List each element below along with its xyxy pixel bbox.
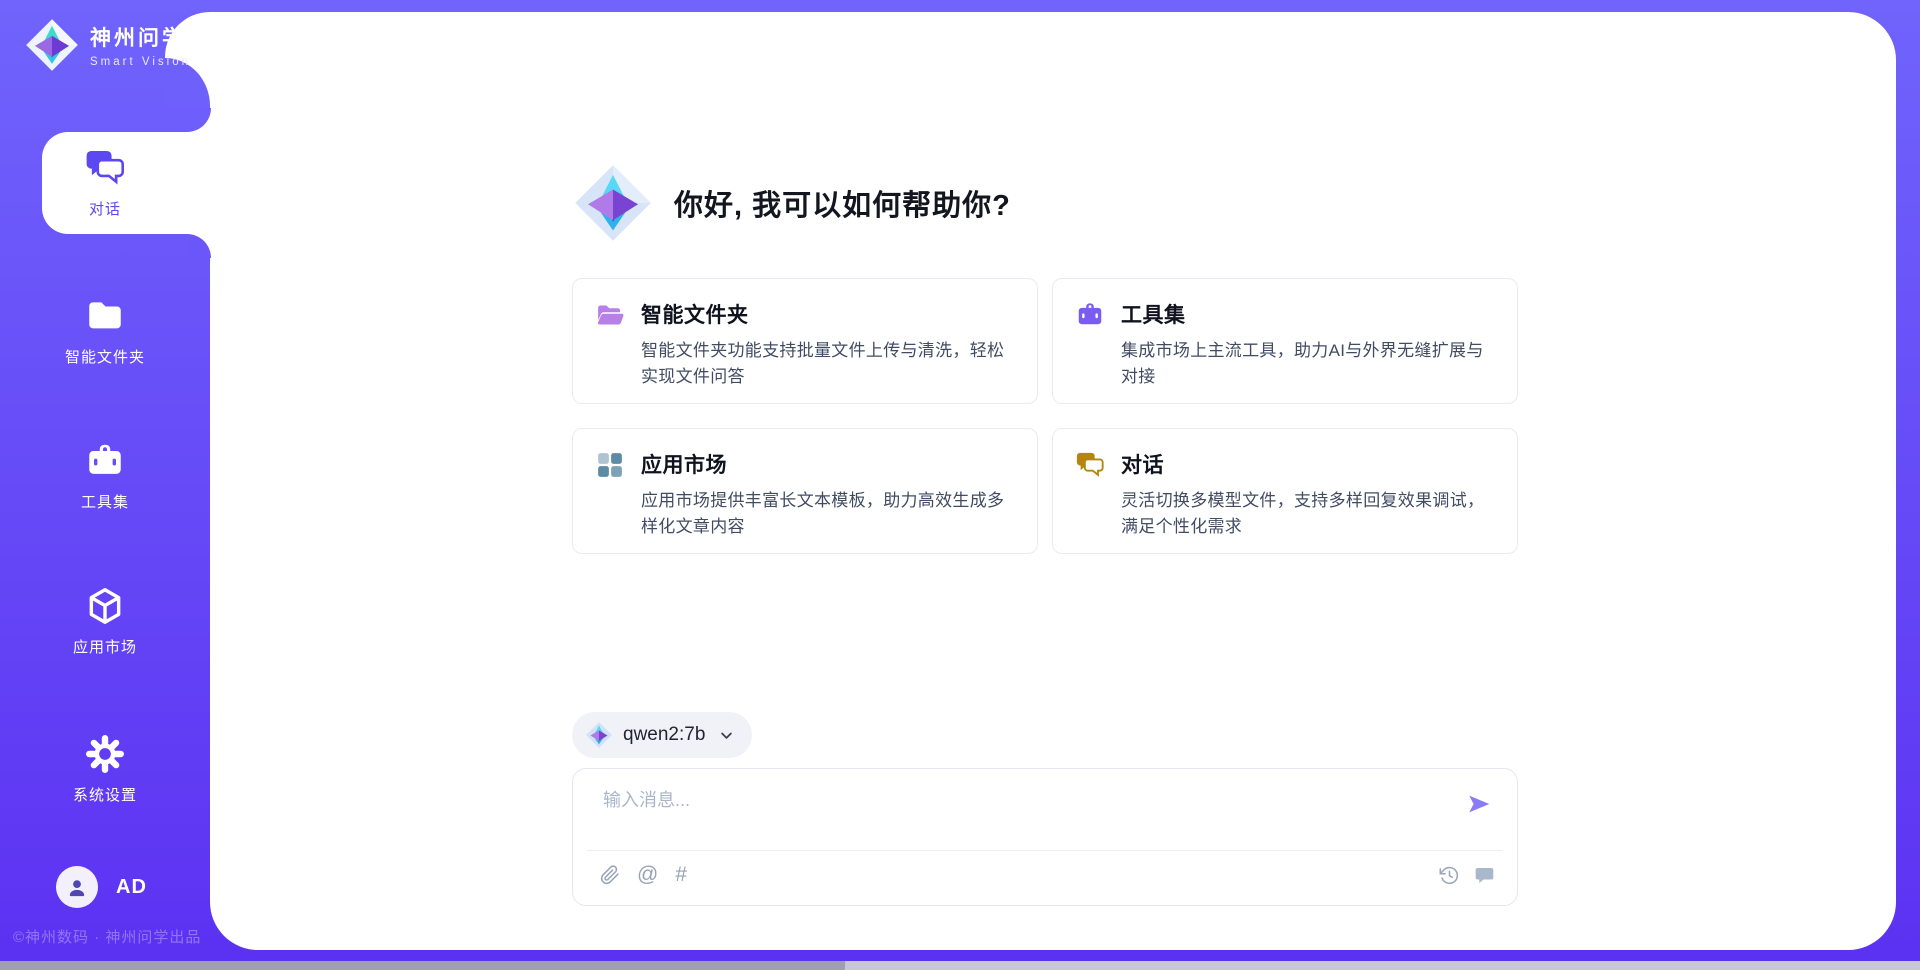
card-title: 应用市场 bbox=[641, 449, 1015, 479]
cube-icon bbox=[84, 585, 126, 627]
sidebar-item-label: 应用市场 bbox=[73, 636, 137, 657]
card-smart-folder[interactable]: 智能文件夹 智能文件夹功能支持批量文件上传与清洗，轻松实现文件问答 bbox=[572, 278, 1038, 404]
greeting-block: 你好, 我可以如何帮助你? bbox=[572, 162, 1011, 244]
at-icon: @ bbox=[637, 863, 658, 886]
person-icon bbox=[65, 875, 89, 899]
card-chat[interactable]: 对话 灵活切换多模型文件，支持多样回复效果调试，满足个性化需求 bbox=[1052, 428, 1518, 554]
sidebar-item-label: 智能文件夹 bbox=[65, 346, 145, 367]
sidebar-item-chat[interactable]: 对话 bbox=[0, 132, 210, 234]
card-description: 应用市场提供丰富长文本模板，助力高效生成多样化文章内容 bbox=[641, 488, 1015, 539]
composer-divider bbox=[587, 850, 1503, 851]
scrollbar-thumb[interactable] bbox=[0, 961, 845, 970]
card-title: 对话 bbox=[1121, 449, 1495, 479]
paperclip-icon bbox=[600, 865, 620, 885]
chat-icon bbox=[84, 147, 126, 189]
briefcase-icon bbox=[1075, 300, 1105, 330]
folder-icon bbox=[84, 295, 126, 337]
sidebar-item-label: 系统设置 bbox=[73, 784, 137, 805]
card-description: 智能文件夹功能支持批量文件上传与清洗，轻松实现文件问答 bbox=[641, 338, 1015, 389]
card-toolkit[interactable]: 工具集 集成市场上主流工具，助力AI与外界无缝扩展与对接 bbox=[1052, 278, 1518, 404]
brand-diamond-icon bbox=[24, 17, 80, 73]
history-icon bbox=[1439, 865, 1460, 886]
brand-logo[interactable]: 神州问学 Smart Vision bbox=[24, 17, 191, 73]
greeting-text: 你好, 我可以如何帮助你? bbox=[674, 182, 1011, 224]
sidebar-item-label: 对话 bbox=[89, 198, 121, 219]
new-chat-button[interactable] bbox=[1474, 865, 1495, 886]
chat-icon bbox=[1075, 450, 1105, 480]
attach-button[interactable] bbox=[600, 865, 620, 885]
send-icon bbox=[1466, 791, 1492, 817]
sidebar-item-label: 工具集 bbox=[81, 491, 129, 512]
model-logo-icon bbox=[585, 721, 613, 749]
chevron-down-icon bbox=[717, 726, 736, 745]
brand-name: 神州问学 bbox=[90, 22, 191, 52]
sidebar-item-app-market[interactable]: 应用市场 bbox=[0, 570, 210, 672]
card-title: 工具集 bbox=[1121, 299, 1495, 329]
hash-icon: # bbox=[675, 863, 687, 886]
message-input[interactable] bbox=[603, 786, 1423, 842]
card-title: 智能文件夹 bbox=[641, 299, 1015, 329]
briefcase-icon bbox=[84, 440, 126, 482]
card-app-market[interactable]: 应用市场 应用市场提供丰富长文本模板，助力高效生成多样化文章内容 bbox=[572, 428, 1038, 554]
gear-icon bbox=[84, 733, 126, 775]
user-name: AD bbox=[116, 876, 147, 899]
assistant-logo-icon bbox=[572, 162, 654, 244]
sidebar-item-smart-folder[interactable]: 智能文件夹 bbox=[0, 280, 210, 382]
mention-button[interactable]: @ bbox=[637, 864, 658, 885]
model-name: qwen2:7b bbox=[623, 724, 705, 746]
brand-subtitle: Smart Vision bbox=[90, 56, 191, 68]
sidebar-item-toolkit[interactable]: 工具集 bbox=[0, 425, 210, 527]
topic-button[interactable]: # bbox=[675, 864, 687, 885]
history-button[interactable] bbox=[1439, 865, 1460, 886]
user-profile[interactable]: AD bbox=[56, 866, 147, 908]
card-description: 集成市场上主流工具，助力AI与外界无缝扩展与对接 bbox=[1121, 338, 1495, 389]
grid-icon bbox=[595, 450, 625, 480]
horizontal-scrollbar[interactable] bbox=[0, 961, 1920, 970]
message-composer: @ # bbox=[572, 768, 1518, 906]
sidebar-item-settings[interactable]: 系统设置 bbox=[0, 718, 210, 820]
card-description: 灵活切换多模型文件，支持多样回复效果调试，满足个性化需求 bbox=[1121, 488, 1495, 539]
avatar bbox=[56, 866, 98, 908]
send-button[interactable] bbox=[1466, 791, 1492, 817]
model-selector[interactable]: qwen2:7b bbox=[572, 712, 752, 758]
sidebar-footer: ©神州数码 · 神州问学出品 bbox=[13, 926, 201, 947]
chat-bubble-icon bbox=[1474, 865, 1495, 886]
folder-open-icon bbox=[595, 300, 625, 330]
